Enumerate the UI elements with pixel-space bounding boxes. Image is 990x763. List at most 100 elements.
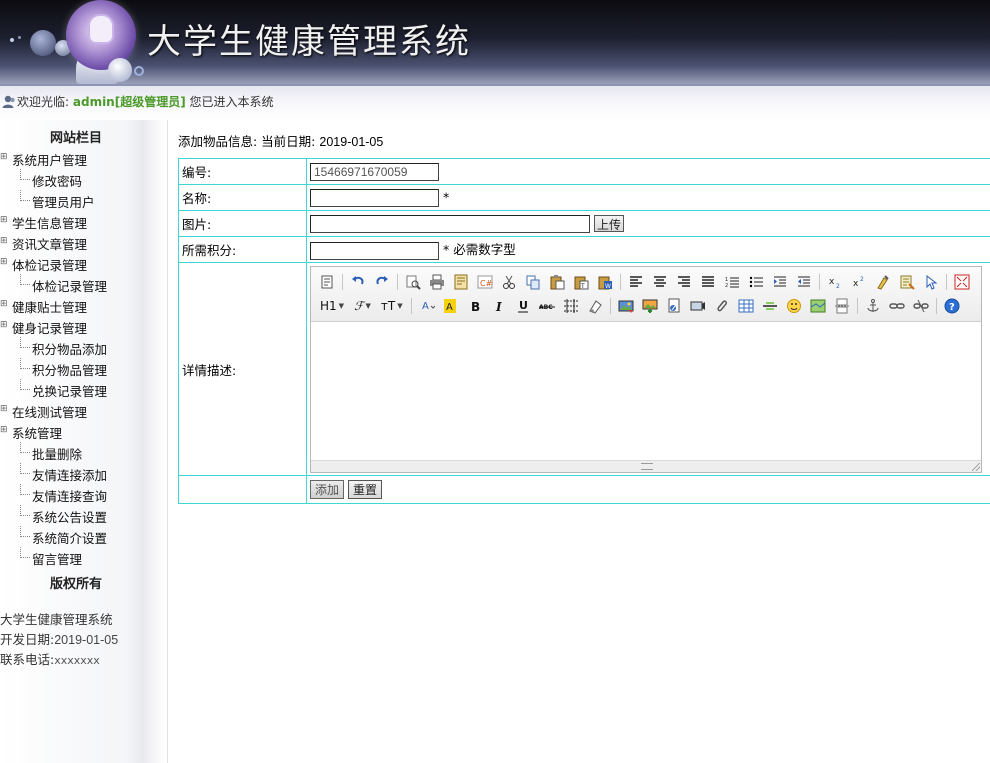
template-icon[interactable] (451, 272, 471, 292)
svg-text:x: x (853, 279, 859, 289)
ordered-list-icon[interactable]: 12 (722, 272, 742, 292)
image-label: 图片: (178, 210, 307, 237)
heading-dropdown[interactable]: H1 ▼ (318, 296, 346, 316)
code-icon: C# (477, 275, 493, 289)
indent-icon[interactable] (770, 272, 790, 292)
bold-icon[interactable]: B (465, 296, 485, 316)
cut-icon[interactable] (499, 272, 519, 292)
reset-button[interactable]: 重置 (348, 480, 383, 499)
multi-image-icon[interactable] (640, 296, 660, 316)
submit-button[interactable]: 添加 (310, 480, 345, 499)
footer-phone-label: 联系电话: (0, 652, 55, 667)
decor-dot (18, 36, 21, 39)
redo-icon[interactable] (372, 272, 392, 292)
expand-icon[interactable]: ⊞ (0, 258, 8, 267)
points-input[interactable] (310, 241, 439, 260)
outdent-icon[interactable] (794, 272, 814, 292)
template-icon (454, 274, 468, 290)
font-size-dropdown[interactable]: ᴛT ▼ (379, 296, 405, 316)
image-path-input[interactable] (310, 214, 590, 233)
points-hint: * 必需数字型 (442, 242, 516, 258)
media-icon[interactable] (688, 296, 708, 316)
paste-icon[interactable] (547, 272, 567, 292)
italic-icon[interactable]: I (489, 296, 509, 316)
hr-icon[interactable] (760, 296, 780, 316)
sidebar-item-label: 健康贴士管理 (12, 300, 88, 315)
underline-icon[interactable]: U (513, 296, 533, 316)
image-icon (618, 300, 634, 313)
undo-icon[interactable] (348, 272, 368, 292)
remove-format-icon[interactable] (585, 296, 605, 316)
svg-text:I: I (495, 300, 502, 314)
upload-button[interactable]: 上传 (593, 215, 624, 232)
expand-icon[interactable]: ⊞ (0, 321, 8, 330)
forecolor-icon[interactable]: A (417, 296, 437, 316)
attachment-icon[interactable] (712, 296, 732, 316)
expand-icon[interactable]: ⊞ (0, 426, 8, 435)
font-family-dropdown[interactable]: ℱ ▼ (352, 296, 373, 316)
justify-icon[interactable] (698, 272, 718, 292)
tree-branch (20, 557, 30, 558)
emoticon-icon[interactable] (784, 296, 804, 316)
form-row-detail: 详情描述: C#TW12x2x2 H1▼ ℱ▼ ᴛT▼ AABIUABC? (178, 262, 990, 476)
anchor-icon[interactable] (863, 296, 883, 316)
cut-icon (503, 275, 515, 289)
fullscreen-icon (954, 274, 970, 290)
align-right-icon[interactable] (674, 272, 694, 292)
resize-corner-icon[interactable] (972, 463, 980, 471)
superscript-icon[interactable]: x2 (849, 272, 869, 292)
unordered-list-icon[interactable] (746, 272, 766, 292)
id-input[interactable] (310, 162, 439, 181)
code-icon[interactable]: C# (475, 272, 495, 292)
link-icon[interactable] (887, 296, 907, 316)
preview-icon[interactable] (403, 272, 423, 292)
toolbar-separator (819, 274, 820, 290)
help-icon[interactable]: ? (942, 296, 962, 316)
unordered-list-icon (749, 276, 763, 288)
expand-icon[interactable]: ⊞ (0, 153, 8, 162)
svg-text:2: 2 (860, 276, 864, 283)
editor-content-area[interactable] (311, 322, 981, 460)
expand-icon[interactable]: ⊞ (0, 216, 8, 225)
subscript-icon[interactable]: x2 (825, 272, 845, 292)
expand-icon[interactable]: ⊞ (0, 237, 8, 246)
paste-word-icon[interactable]: W (595, 272, 615, 292)
unlink-icon[interactable] (911, 296, 931, 316)
baidumap-icon[interactable] (808, 296, 828, 316)
align-left-icon (630, 276, 642, 287)
welcome-suffix: 您已进入本系统 (189, 95, 274, 109)
image-icon[interactable] (616, 296, 636, 316)
svg-text:W: W (605, 283, 611, 290)
align-center-icon[interactable] (650, 272, 670, 292)
pagebreak-icon[interactable] (832, 296, 852, 316)
fullscreen-icon[interactable] (952, 272, 972, 292)
align-left-icon[interactable] (626, 272, 646, 292)
copy-icon[interactable] (523, 272, 543, 292)
footer-phone-value: xxxxxxx (54, 654, 100, 667)
expand-icon[interactable]: ⊞ (0, 405, 8, 414)
redo-icon (376, 276, 388, 285)
line-height-icon[interactable] (561, 296, 581, 316)
form-row-image: 图片: 上传 (178, 210, 990, 237)
form-row-points: 所需积分: * 必需数字型 (178, 236, 990, 263)
paste-text-icon[interactable]: T (571, 272, 591, 292)
name-input[interactable] (310, 188, 439, 207)
cursor-icon[interactable] (921, 272, 941, 292)
hilitecolor-icon[interactable]: A (441, 296, 461, 316)
form-row-id: 编号: (178, 158, 990, 185)
expand-icon[interactable]: ⊞ (0, 300, 8, 309)
clear-format-icon[interactable] (873, 272, 893, 292)
source-icon[interactable] (317, 272, 337, 292)
sidebar-item-label: 系统公告设置 (32, 510, 108, 525)
print-icon[interactable] (427, 272, 447, 292)
svg-text:2: 2 (836, 283, 840, 290)
copyright-title: 版权所有 (49, 577, 102, 592)
cursor-icon (926, 274, 938, 290)
resize-drag-handle[interactable] (641, 463, 653, 470)
flash-icon[interactable] (664, 296, 684, 316)
table-icon[interactable] (736, 296, 756, 316)
select-all-icon[interactable] (897, 272, 917, 292)
footer-dev-date: 开发日期:2019-01-05 (0, 629, 118, 648)
print-icon (430, 274, 444, 290)
strikethrough-icon[interactable]: ABC (537, 296, 557, 316)
